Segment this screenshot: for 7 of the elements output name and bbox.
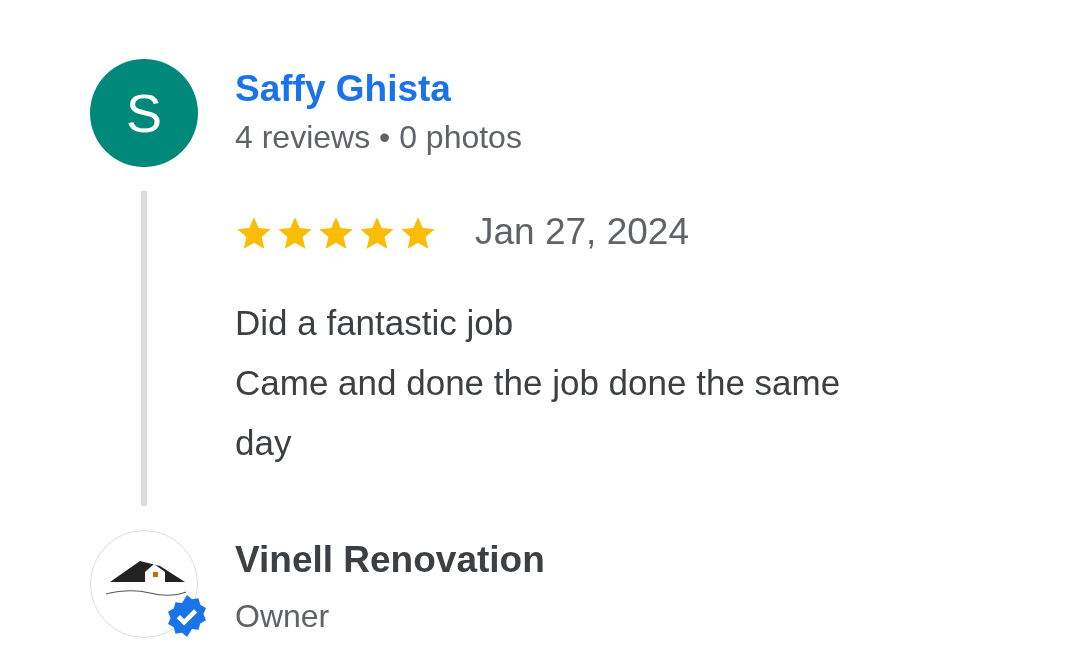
owner-name: Vinell Renovation xyxy=(235,538,545,582)
owner-role: Owner xyxy=(235,597,331,636)
avatar[interactable]: S xyxy=(90,59,198,167)
reviewer-name[interactable]: Saffy Ghista xyxy=(235,67,522,111)
review-date: Jan 27, 2024 xyxy=(475,211,689,253)
review-text: Did a fantastic job Came and done the job done the same day xyxy=(235,302,842,464)
reviewer-stats: 4 reviews • 0 photos xyxy=(235,118,522,157)
